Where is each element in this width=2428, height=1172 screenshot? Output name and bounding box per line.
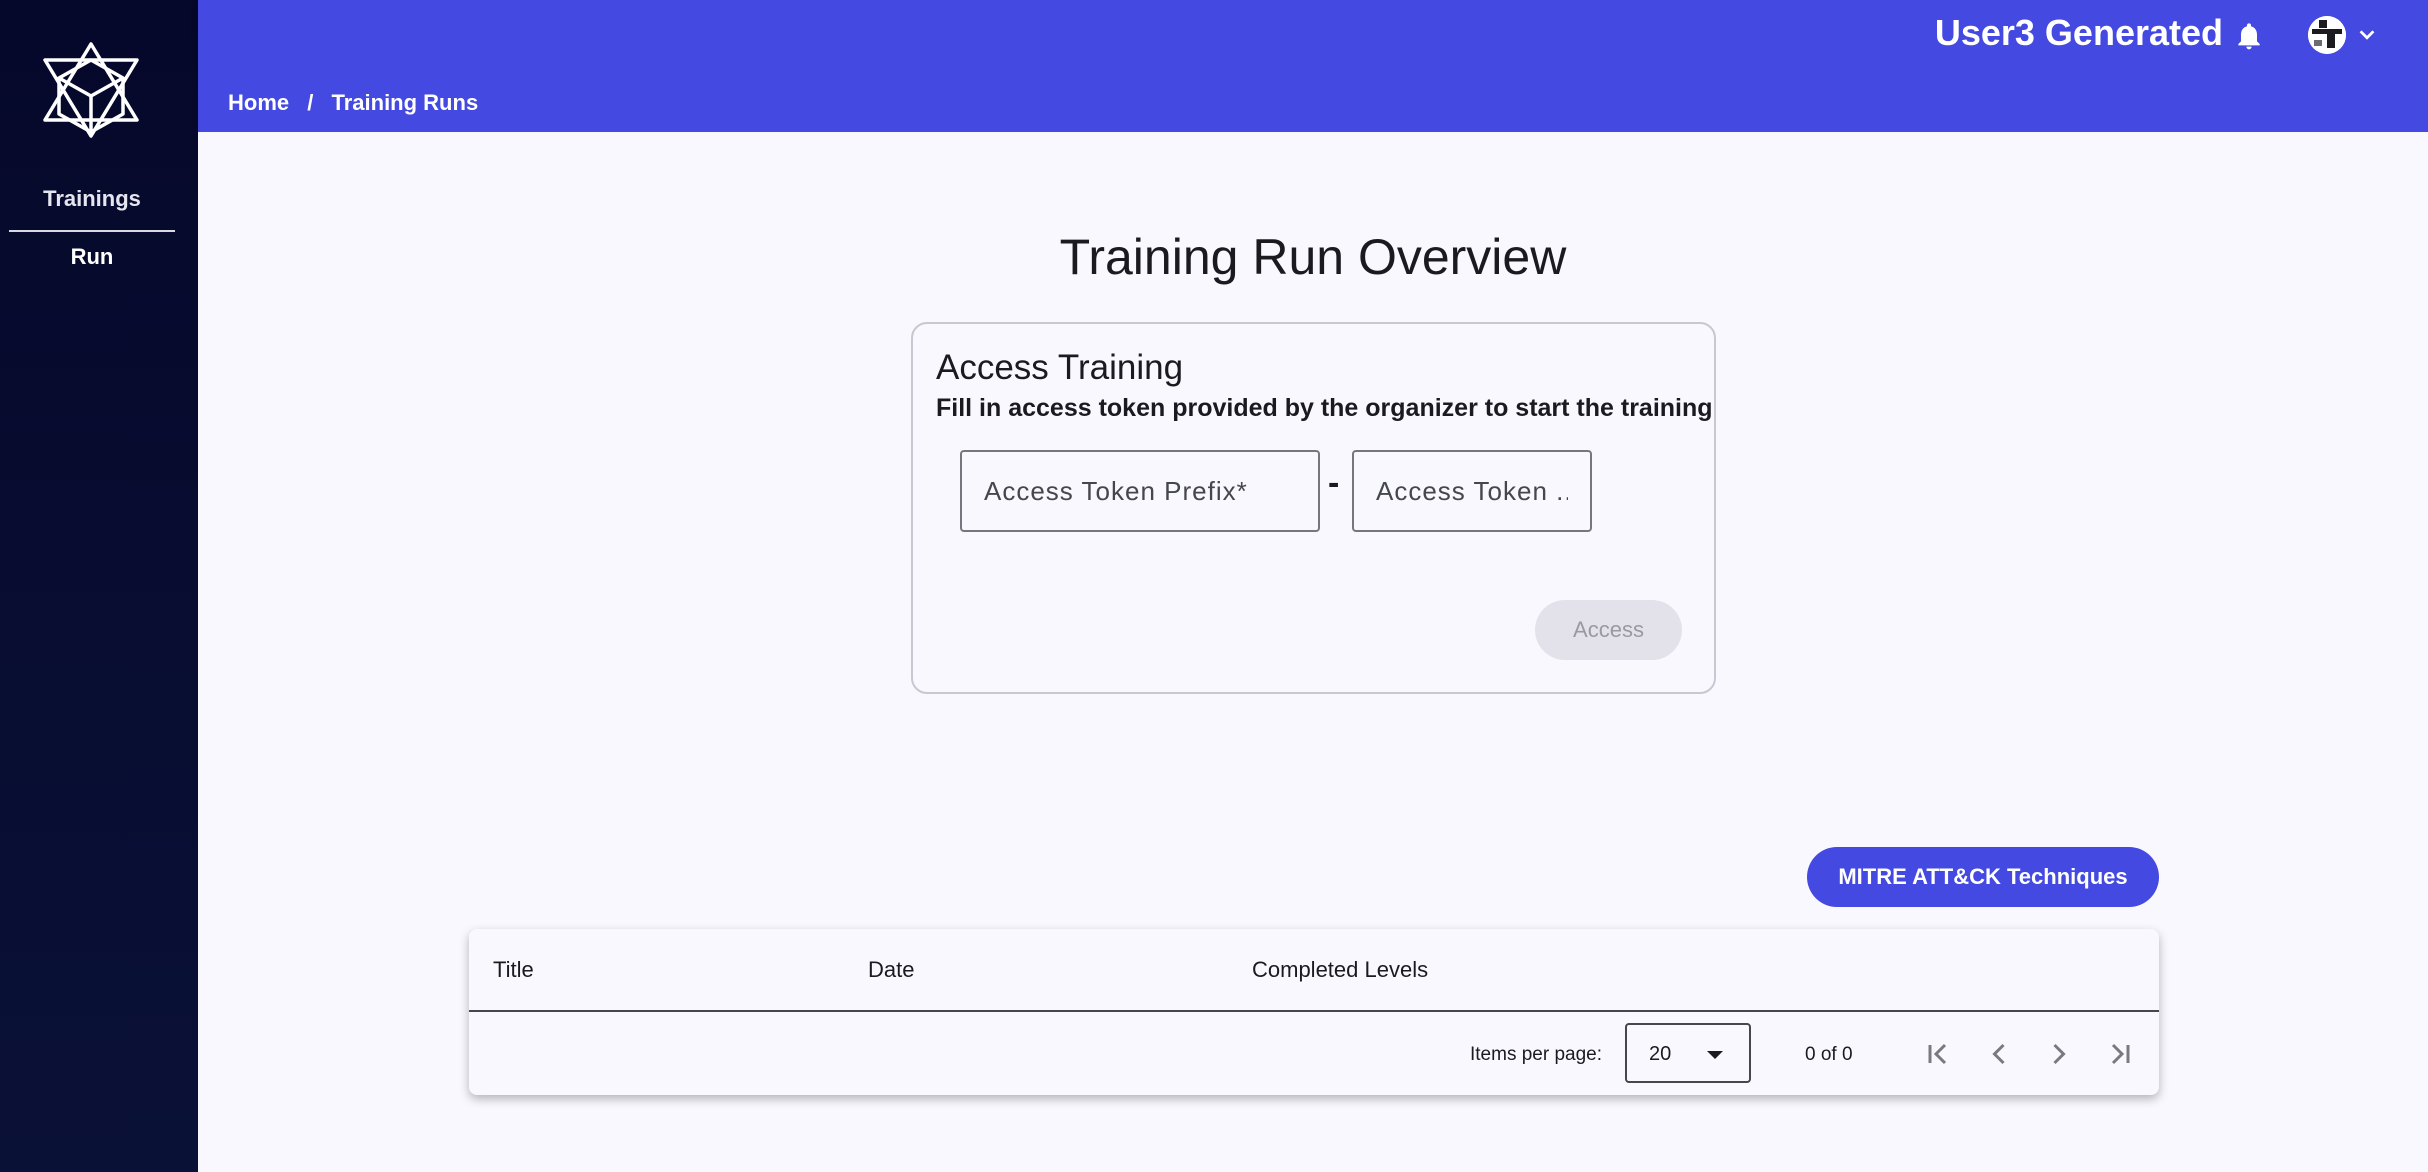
table-header: Title Date Completed Levels: [469, 929, 2159, 1012]
token-dash: -: [1328, 464, 1340, 502]
column-header-title[interactable]: Title: [493, 957, 534, 983]
dropdown-arrow-icon: [1707, 1051, 1723, 1059]
sidebar: Trainings Run: [0, 0, 198, 1172]
access-training-card: Access Training Fill in access token pro…: [911, 322, 1716, 694]
card-title: Access Training: [936, 348, 1184, 387]
range-label: 0 of 0: [1805, 1044, 1853, 1065]
sidebar-item-trainings[interactable]: Trainings: [9, 186, 175, 232]
access-token-prefix-input[interactable]: [960, 450, 1320, 532]
items-per-page-select[interactable]: 20: [1625, 1023, 1751, 1083]
previous-page-icon[interactable]: [1981, 1036, 2017, 1072]
breadcrumb: Home / Training Runs: [228, 90, 478, 116]
page-title: Training Run Overview: [1059, 229, 1567, 285]
column-header-completed-levels[interactable]: Completed Levels: [1252, 957, 1428, 983]
training-runs-table: Title Date Completed Levels Items per pa…: [469, 929, 2159, 1095]
first-page-icon[interactable]: [1921, 1036, 1957, 1072]
last-page-icon[interactable]: [2101, 1036, 2137, 1072]
items-per-page-value: 20: [1649, 1043, 1672, 1065]
card-subtitle: Fill in access token provided by the org…: [936, 394, 1713, 422]
access-token-suffix-input[interactable]: [1352, 450, 1592, 532]
paginator: Items per page: 20 0 of 0: [469, 1012, 2159, 1095]
breadcrumb-current: Training Runs: [331, 90, 479, 115]
sidebar-item-run[interactable]: Run: [9, 244, 175, 270]
app-logo-icon[interactable]: [33, 40, 149, 140]
mitre-attack-techniques-button[interactable]: MITRE ATT&CK Techniques: [1807, 847, 2159, 907]
column-header-date[interactable]: Date: [868, 957, 914, 983]
avatar[interactable]: [2308, 16, 2346, 54]
user-name: User3 Generated: [1934, 12, 2223, 53]
next-page-icon[interactable]: [2041, 1036, 2077, 1072]
access-button[interactable]: Access: [1535, 600, 1682, 660]
breadcrumb-separator: /: [307, 90, 314, 115]
breadcrumb-home[interactable]: Home: [228, 90, 289, 115]
items-per-page-label: Items per page:: [1470, 1044, 1603, 1065]
top-app-bar: User3 Generated: [198, 0, 2428, 72]
breadcrumb-bar: Home / Training Runs: [198, 72, 2428, 132]
bell-icon[interactable]: [2233, 20, 2265, 52]
chevron-down-icon[interactable]: [2356, 24, 2378, 46]
